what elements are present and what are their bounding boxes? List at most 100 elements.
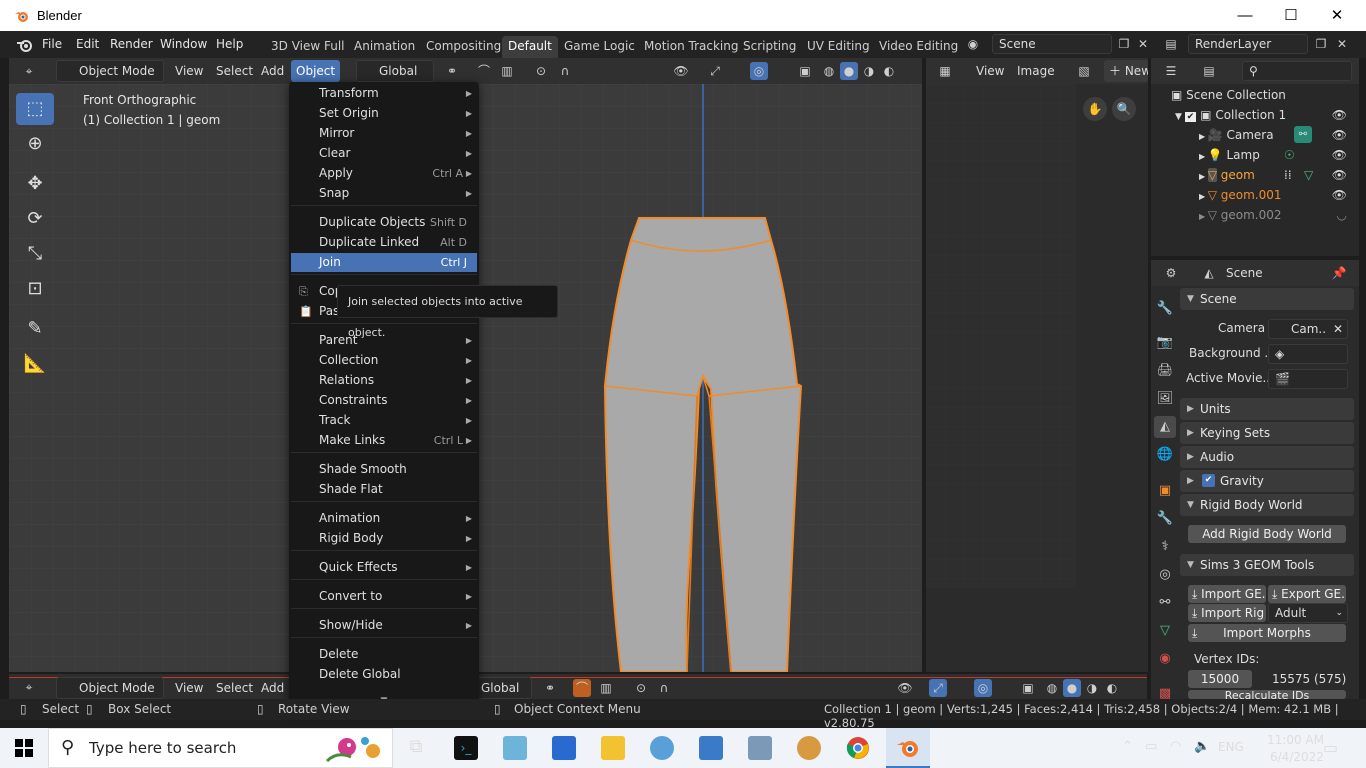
tab-scripting[interactable]: Scripting	[737, 36, 802, 58]
bottom-editor-type-icon[interactable]: ⌖	[20, 678, 38, 696]
xray-icon[interactable]: ▣	[796, 62, 814, 80]
tray-chevron-icon[interactable]: ⌃	[1122, 739, 1133, 754]
object-menu-item-rigid-body[interactable]: Rigid Body ▶	[291, 529, 477, 548]
visibility-eye-icon[interactable]: 👁	[1332, 125, 1347, 145]
renderlayer-selector-icon[interactable]: ▤	[1162, 35, 1180, 53]
notifications-icon[interactable]: ▭	[1323, 738, 1338, 757]
rig-type-dropdown[interactable]: Adult ⌄	[1268, 603, 1348, 623]
outliner-row-lamp[interactable]: ▶ 💡 Lamp ☉ 👁	[1151, 145, 1359, 165]
outliner-row-geom-001[interactable]: ▶ ▽ geom.001 👁	[1151, 185, 1359, 205]
export-geom-button[interactable]: ⤓ Export GE..	[1268, 585, 1346, 603]
camera-field[interactable]: Cam.. ✕	[1268, 319, 1348, 339]
paint3d-app-icon[interactable]	[797, 736, 821, 760]
properties-editor-type-icon[interactable]: ⚙	[1162, 264, 1180, 282]
tab-game-logic[interactable]: Game Logic	[558, 36, 641, 58]
menu-edit[interactable]: Edit	[76, 37, 99, 51]
viewport-menu-add[interactable]: Add	[256, 60, 289, 82]
background-field[interactable]: ◈	[1268, 344, 1348, 364]
volume-icon[interactable]: 🔈	[1194, 739, 1210, 754]
renderlayer-name-field[interactable]: RenderLayer	[1188, 34, 1308, 54]
output-tab-icon[interactable]: 🖨	[1154, 360, 1176, 382]
tab-video-editing[interactable]: Video Editing	[873, 36, 964, 58]
bottom-wireframe-icon[interactable]: ◍	[1043, 679, 1061, 697]
outliner-row-collection-1[interactable]: ▼ ✔ ▣ Collection 1 👁	[1151, 105, 1359, 125]
import-rig-button[interactable]: ⤓ Import Rig	[1188, 604, 1266, 622]
outliner-search-field[interactable]: ⚲	[1242, 61, 1352, 81]
gravity-panel-header[interactable]: ▶ ✔ Gravity	[1180, 470, 1354, 492]
image-editor-menu-image[interactable]: Image	[1012, 60, 1060, 82]
object-menu-item-make-links[interactable]: Make Links Ctrl L ▶	[291, 431, 477, 450]
transform-orientation-dropdown[interactable]: Global	[356, 60, 434, 82]
object-tab-icon[interactable]: ▣	[1154, 480, 1176, 502]
outliner-display-mode-icon[interactable]: ▤	[1200, 62, 1218, 80]
visibility-eye-icon[interactable]: 👁	[1332, 145, 1347, 165]
outliner-row-scene-collection[interactable]: ▣ Scene Collection	[1151, 85, 1359, 105]
new-renderlayer-icon[interactable]: ❐	[1312, 35, 1330, 53]
object-menu-item-mirror[interactable]: Mirror ▶	[291, 124, 477, 143]
image-editor[interactable]	[926, 58, 1148, 672]
object-menu-item-delete-global[interactable]: Delete Global	[291, 665, 477, 684]
bottom-proportional-icon[interactable]: ⊙	[632, 679, 650, 697]
tab-default[interactable]: Default	[502, 36, 558, 58]
active-movie-field[interactable]: 🎬	[1268, 369, 1348, 389]
image-editor-type-icon[interactable]: ▦	[936, 62, 954, 80]
snap-icon[interactable]: ⌒	[475, 62, 493, 80]
object-menu-item-transform[interactable]: Transform ▶	[291, 84, 477, 103]
visibility-eye-icon[interactable]: 👁	[1332, 105, 1347, 125]
object-menu-item-animation[interactable]: Animation ▶	[291, 509, 477, 528]
new-scene-icon[interactable]: ❐	[1115, 35, 1133, 53]
scene-selector-icon[interactable]: ◉	[964, 35, 982, 53]
solid-shading-icon[interactable]: ●	[840, 62, 858, 80]
bottom-menu-select[interactable]: Select	[211, 677, 258, 699]
view-layer-tab-icon[interactable]: 🖼	[1154, 388, 1176, 410]
rotate-tool[interactable]: ⟳	[16, 203, 54, 235]
file-explorer-icon[interactable]	[601, 736, 625, 760]
mode-dropdown[interactable]: Object Mode	[56, 60, 164, 82]
units-panel-header[interactable]: ▶ Units	[1180, 398, 1354, 420]
editor-type-icon[interactable]: ⌖	[20, 62, 38, 80]
task-view-icon[interactable]: ⧉	[404, 736, 428, 760]
overlays-icon[interactable]: ◎	[750, 62, 768, 80]
photos-app-icon[interactable]	[748, 736, 772, 760]
delete-scene-icon[interactable]: ✕	[1134, 35, 1152, 53]
network-adapter-icon[interactable]: ▭	[1145, 739, 1157, 754]
blender-menu-icon[interactable]	[16, 36, 34, 54]
wireframe-shading-icon[interactable]: ◍	[820, 62, 838, 80]
paint-app-icon[interactable]	[650, 736, 674, 760]
transform-tool[interactable]: ⊡	[16, 273, 54, 305]
world-tab-icon[interactable]: 🌐	[1154, 444, 1176, 466]
clock-date[interactable]: 6/4/2022	[1270, 750, 1324, 764]
tab-uv-editing[interactable]: UV Editing	[801, 36, 876, 58]
scene-name-field[interactable]: Scene	[992, 34, 1112, 54]
clear-camera-icon[interactable]: ✕	[1333, 320, 1343, 338]
bottom-snap-icon[interactable]: ⌒	[573, 679, 591, 697]
object-menu-item-show-hide[interactable]: Show/Hide ▶	[291, 616, 477, 635]
vertex-id-start-field[interactable]: 15000	[1188, 670, 1252, 688]
cursor-tool[interactable]: ⊕	[16, 128, 54, 160]
snap-target-icon[interactable]: ▥	[498, 62, 516, 80]
chrome-icon[interactable]	[846, 736, 870, 760]
windows-start-icon[interactable]	[15, 739, 33, 757]
outliner-row-camera[interactable]: ▶ 🎥 Camera ⚯ 👁	[1151, 125, 1359, 145]
proportional-edit-icon[interactable]: ⊙	[532, 62, 550, 80]
hidden-eye-icon[interactable]: ◡	[1337, 205, 1347, 225]
collection-checkbox[interactable]: ✔	[1184, 112, 1197, 122]
modifiers-tab-icon[interactable]: 🔧	[1154, 508, 1176, 530]
zoom-view-icon[interactable]: 🔍	[1112, 97, 1136, 121]
bottom-object-types-icon[interactable]: 👁	[896, 679, 914, 697]
mesh-data-tab-icon[interactable]: ▽	[1154, 620, 1176, 642]
object-menu-item-constraints[interactable]: Constraints ▶	[291, 391, 477, 410]
object-menu-item-convert-to[interactable]: Convert to ▶	[291, 587, 477, 606]
object-menu-item-relations[interactable]: Relations ▶	[291, 371, 477, 390]
scale-tool[interactable]: ⤡	[16, 238, 54, 270]
object-menu-item-quick-effects[interactable]: Quick Effects ▶	[291, 558, 477, 577]
object-menu-item-delete[interactable]: Delete	[291, 645, 477, 664]
object-menu-item-shade-flat[interactable]: Shade Flat	[291, 480, 477, 499]
tool-properties-tab-icon[interactable]: 🔧	[1154, 298, 1176, 320]
bottom-xray-icon[interactable]: ▣	[1019, 679, 1037, 697]
viewport-menu-object[interactable]: Object	[291, 60, 341, 82]
object-menu-item-duplicate-linked[interactable]: Duplicate Linked Alt D	[291, 233, 477, 252]
gravity-checkbox[interactable]: ✔	[1202, 474, 1215, 487]
visibility-eye-icon[interactable]: 👁	[1332, 185, 1347, 205]
maximize-button[interactable]: ☐	[1268, 0, 1314, 31]
